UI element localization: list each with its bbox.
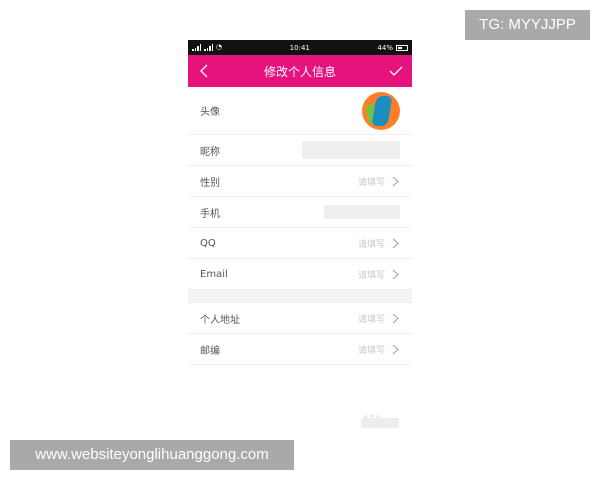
row-qq-placeholder: 请填写 bbox=[357, 239, 385, 250]
battery-icon bbox=[395, 44, 408, 51]
status-left: ◔ bbox=[192, 44, 222, 51]
status-time: 10:41 bbox=[289, 43, 310, 52]
row-nickname[interactable]: 昵称 bbox=[188, 135, 412, 166]
title-bar: 修改个人信息 bbox=[188, 55, 412, 87]
status-bar: ◔ 10:41 44% bbox=[188, 40, 412, 55]
phone-screen: ◔ 10:41 44% 修改个人信息 头像 昵称 性别 请填写 手机 QQ 请填… bbox=[188, 40, 412, 380]
chevron-right-icon bbox=[391, 238, 400, 249]
row-address-placeholder: 请填写 bbox=[357, 314, 385, 325]
watermark-top: TG: MYYJJPP bbox=[465, 10, 590, 40]
baidu-logo-icon bbox=[360, 412, 400, 434]
row-gender-placeholder: 请填写 bbox=[357, 177, 385, 188]
row-avatar[interactable]: 头像 bbox=[188, 87, 412, 135]
phone-field[interactable] bbox=[324, 205, 400, 219]
row-qq-label: QQ bbox=[200, 237, 216, 249]
row-gender[interactable]: 性别 请填写 bbox=[188, 166, 412, 197]
row-email-placeholder: 请填写 bbox=[357, 270, 385, 281]
check-icon[interactable] bbox=[388, 63, 404, 79]
chevron-right-icon bbox=[391, 313, 400, 324]
row-address[interactable]: 个人地址 请填写 bbox=[188, 303, 412, 334]
row-email-label: Email bbox=[200, 268, 228, 280]
row-avatar-label: 头像 bbox=[200, 107, 220, 118]
row-gender-value: 请填写 bbox=[358, 175, 400, 188]
row-email[interactable]: Email 请填写 bbox=[188, 259, 412, 290]
row-phone[interactable]: 手机 bbox=[188, 197, 412, 228]
row-postcode[interactable]: 邮编 请填写 bbox=[188, 334, 412, 365]
nickname-field[interactable] bbox=[302, 141, 400, 159]
chevron-right-icon bbox=[391, 176, 400, 187]
row-phone-label: 手机 bbox=[200, 208, 220, 220]
page-title: 修改个人信息 bbox=[263, 64, 336, 79]
chevron-right-icon bbox=[391, 344, 400, 355]
row-email-value: 请填写 bbox=[358, 268, 400, 281]
signal-icon-2 bbox=[204, 44, 213, 51]
chevron-right-icon bbox=[391, 269, 400, 280]
row-address-label: 个人地址 bbox=[200, 314, 240, 326]
chevron-left-icon[interactable] bbox=[196, 63, 212, 79]
signal-icon bbox=[192, 44, 201, 51]
status-right: 44% bbox=[377, 44, 408, 52]
row-gender-label: 性别 bbox=[200, 177, 220, 189]
section-divider bbox=[188, 290, 412, 303]
row-postcode-placeholder: 请填写 bbox=[357, 345, 385, 356]
row-postcode-label: 邮编 bbox=[200, 345, 220, 357]
watermark-bottom: www.websiteyonglihuanggong.com bbox=[10, 440, 294, 470]
row-address-value: 请填写 bbox=[358, 312, 400, 325]
row-qq-value: 请填写 bbox=[358, 237, 400, 250]
wifi-icon: ◔ bbox=[216, 43, 223, 51]
profile-form: 头像 昵称 性别 请填写 手机 QQ 请填写 Email 请填写 个人地址 请填… bbox=[188, 87, 412, 365]
row-postcode-value: 请填写 bbox=[358, 343, 400, 356]
avatar[interactable] bbox=[362, 91, 400, 130]
row-qq[interactable]: QQ 请填写 bbox=[188, 228, 412, 259]
row-nickname-label: 昵称 bbox=[200, 146, 220, 158]
battery-percent: 44% bbox=[377, 43, 393, 52]
